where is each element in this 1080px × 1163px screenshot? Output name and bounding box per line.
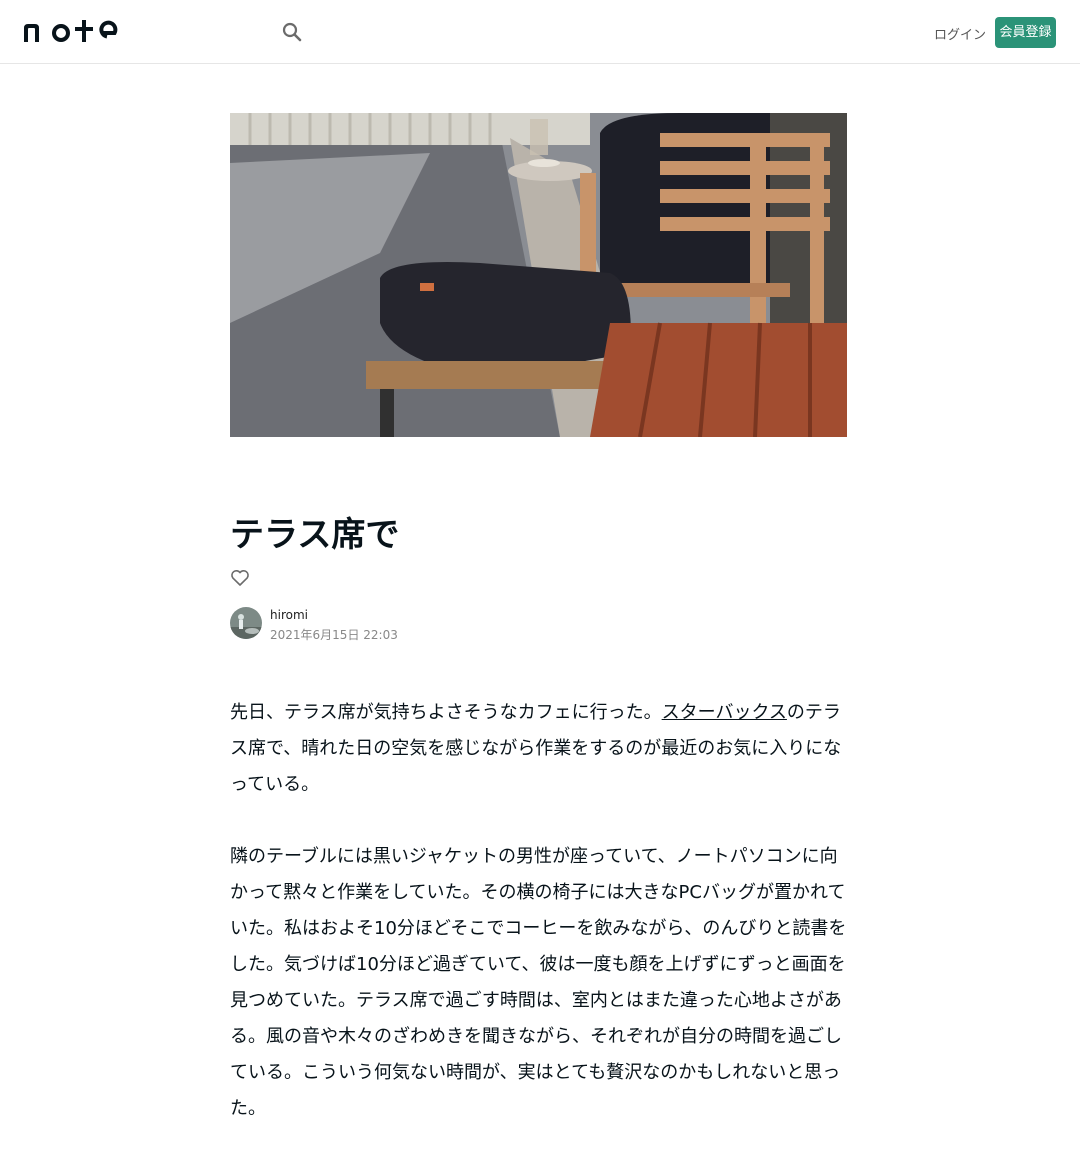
avatar-image [230, 607, 262, 639]
heart-icon [231, 570, 249, 586]
article-paragraph: 先日、テラス席が気持ちよさそうなカフェに行った。スターバックスのテラス席で、晴れ… [230, 695, 848, 803]
hero-image [230, 113, 847, 437]
search-button[interactable] [279, 19, 305, 45]
note-logo-icon [24, 20, 118, 42]
search-icon [282, 22, 302, 42]
cafe-terrace-photo [230, 113, 847, 437]
signup-button[interactable]: 会員登録 [995, 17, 1056, 48]
paragraph-text: 先日、テラス席が気持ちよさそうなカフェに行った。 [230, 702, 662, 723]
like-button[interactable] [229, 567, 251, 589]
article-title: テラス席で [230, 515, 400, 555]
author-name[interactable]: hiromi [270, 608, 308, 622]
login-link[interactable]: ログイン [934, 24, 986, 43]
publish-date: 2021年6月15日 22:03 [270, 628, 398, 642]
author-avatar[interactable] [230, 607, 262, 639]
article-paragraph: 隣のテーブルには黒いジャケットの男性が座っていて、ノートパソコンに向かって黙々と… [230, 846, 847, 1119]
site-header: ログイン 会員登録 [0, 0, 1080, 64]
article-body: 先日、テラス席が気持ちよさそうなカフェに行った。スターバックスのテラス席で、晴れ… [230, 695, 848, 1163]
starbucks-link[interactable]: スターバックス [662, 702, 787, 723]
